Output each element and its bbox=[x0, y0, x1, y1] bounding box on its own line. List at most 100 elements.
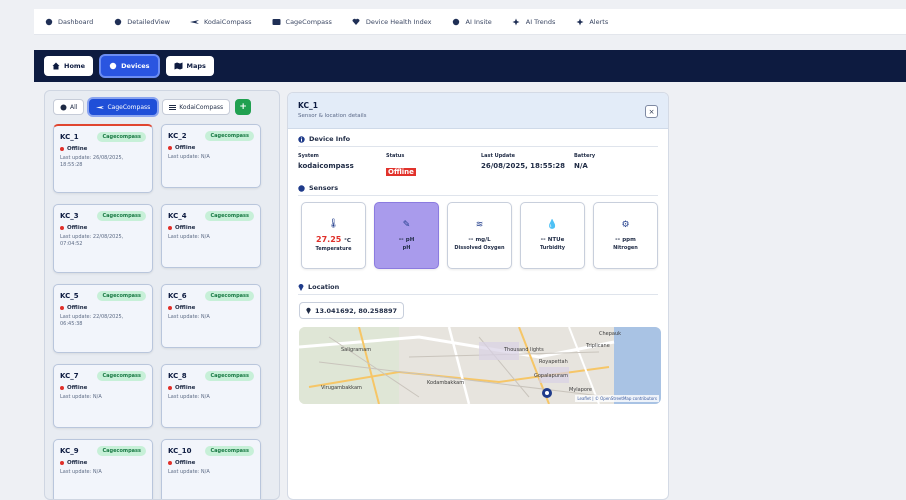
map-attribution[interactable]: Leaflet | © OpenStreetMap contributors bbox=[575, 395, 659, 402]
section-title: Location bbox=[308, 283, 340, 291]
battery-value: N/A bbox=[574, 162, 588, 170]
sensor-turbidity[interactable]: 💧 -- NTUe Turbidity bbox=[520, 202, 585, 269]
header-bar: Home Devices Maps bbox=[34, 50, 906, 82]
card-header: KC_7 Cagecompass bbox=[60, 371, 146, 381]
device-cards: KC_1 Cagecompass Offline Last update: 26/08… bbox=[45, 122, 279, 499]
sensor-ph[interactable]: ✎ -- pH pH bbox=[374, 202, 439, 269]
last-update-text: Last update: 26/08/2025, 18:55:28 bbox=[60, 155, 124, 169]
device-status: Offline bbox=[60, 385, 146, 391]
device-detail-panel: KC_1 Sensor & location details × Device … bbox=[287, 92, 669, 500]
filter-kodaicompass-button[interactable]: KodaiCompass bbox=[162, 99, 231, 115]
map-label: Thousand lights bbox=[503, 347, 544, 353]
kodaicompass-icon bbox=[189, 17, 199, 26]
detail-subtitle: Sensor & location details bbox=[298, 113, 367, 119]
map-label: Gopalapuram bbox=[534, 373, 568, 379]
device-card[interactable]: KC_2 Cagecompass Offline Last update: N/A bbox=[161, 124, 261, 188]
sensor-dissolved-oxygen[interactable]: ≋ -- mg/L Dissolved Oxygen bbox=[447, 202, 512, 269]
last-update-text: Last update: 22/08/2025, 06:45:38 bbox=[60, 314, 124, 328]
status-text: Offline bbox=[175, 305, 196, 311]
filter-all-button[interactable]: All bbox=[53, 99, 85, 115]
nav-alerts[interactable]: Alerts bbox=[575, 17, 608, 26]
card-header: KC_4 Cagecompass bbox=[168, 211, 254, 221]
sensor-cards: 🌡 27.25 °C Temperature ✎ -- pH pH ≋ -- m… bbox=[298, 196, 658, 269]
status-text: Offline bbox=[175, 145, 196, 151]
nav-label: CageCompass bbox=[285, 17, 332, 26]
last-update-text: Last update: N/A bbox=[60, 394, 102, 400]
nav-ai-insite[interactable]: AI Insite bbox=[452, 17, 492, 26]
device-status: Offline bbox=[168, 225, 254, 231]
card-header: KC_8 Cagecompass bbox=[168, 371, 254, 381]
battery-label: Battery bbox=[574, 153, 596, 159]
device-card[interactable]: KC_8 Cagecompass Offline Last update: N/A bbox=[161, 364, 261, 428]
filter-label: All bbox=[70, 103, 78, 111]
filter-cagecompass-button[interactable]: CageCompass bbox=[89, 99, 158, 115]
device-card[interactable]: KC_5 Cagecompass Offline Last update: 22/08… bbox=[53, 284, 153, 353]
coordinates-chip[interactable]: 13.041692, 80.258897 bbox=[299, 302, 405, 319]
close-button[interactable]: × bbox=[645, 105, 658, 118]
nav-device-health-index[interactable]: Device Health Index bbox=[352, 17, 432, 26]
sensor-value: -- ppm bbox=[615, 235, 636, 243]
device-card[interactable]: KC_1 Cagecompass Offline Last update: 26/08… bbox=[53, 124, 153, 193]
nav-label: Alerts bbox=[589, 17, 609, 26]
sensor-nitrogen[interactable]: ⚙ -- ppm Nitrogen bbox=[593, 202, 658, 269]
alerts-icon bbox=[575, 17, 584, 26]
coordinates-value: 13.041692, 80.258897 bbox=[315, 306, 398, 315]
health-icon bbox=[352, 17, 361, 26]
device-name: KC_9 bbox=[60, 447, 79, 455]
map-label: Triplicane bbox=[585, 343, 610, 349]
status-dot-icon bbox=[60, 386, 64, 390]
sensor-temperature[interactable]: 🌡 27.25 °C Temperature bbox=[301, 202, 366, 269]
maps-button[interactable]: Maps bbox=[165, 56, 214, 76]
list-icon bbox=[169, 104, 177, 110]
nav-kodaicompass[interactable]: KodaiCompass bbox=[189, 17, 252, 26]
map-tiles: Saligramam Kodambakkam Thousand lights R… bbox=[299, 327, 661, 404]
top-nav: Dashboard DetailedView KodaiCompass Cage… bbox=[34, 9, 906, 35]
device-type-badge: Cagecompass bbox=[205, 131, 254, 141]
device-status: Offline bbox=[168, 460, 254, 466]
nav-label: KodaiCompass bbox=[203, 17, 252, 26]
device-status: Offline bbox=[60, 146, 146, 152]
device-card[interactable]: KC_10 Cagecompass Offline Last update: N/A bbox=[161, 439, 261, 499]
device-status: Offline bbox=[168, 385, 254, 391]
detail-title: KC_1 bbox=[298, 101, 318, 110]
device-status: Offline bbox=[60, 305, 146, 311]
device-card[interactable]: KC_9 Cagecompass Offline Last update: N/A bbox=[53, 439, 153, 499]
info-icon bbox=[298, 135, 305, 143]
location-map[interactable]: Saligramam Kodambakkam Thousand lights R… bbox=[299, 327, 661, 404]
status-text: Offline bbox=[67, 460, 88, 466]
device-card[interactable]: KC_7 Cagecompass Offline Last update: N/A bbox=[53, 364, 153, 428]
status-text: Offline bbox=[175, 460, 196, 466]
device-type-badge: Cagecompass bbox=[205, 291, 254, 301]
devices-button[interactable]: Devices bbox=[101, 56, 158, 76]
map-label: Chepauk bbox=[599, 331, 621, 337]
nav-label: Dashboard bbox=[58, 17, 94, 26]
device-card[interactable]: KC_4 Cagecompass Offline Last update: N/A bbox=[161, 204, 261, 268]
card-header: KC_3 Cagecompass bbox=[60, 211, 146, 221]
status-dot-icon bbox=[168, 461, 172, 465]
section-title: Sensors bbox=[309, 184, 339, 192]
device-name: KC_4 bbox=[168, 212, 187, 220]
system-value: kodaicompass bbox=[298, 162, 354, 170]
status-dot-icon bbox=[60, 226, 64, 230]
card-header: KC_2 Cagecompass bbox=[168, 131, 254, 141]
system-label: System bbox=[298, 153, 319, 159]
device-name: KC_5 bbox=[60, 292, 79, 300]
add-device-button[interactable]: + bbox=[235, 99, 252, 115]
nav-cagecompass[interactable]: CageCompass bbox=[272, 17, 332, 26]
status-dot-icon bbox=[60, 461, 64, 465]
status-text: Offline bbox=[67, 385, 88, 391]
status-dot-icon bbox=[60, 306, 64, 310]
dashboard-icon bbox=[44, 17, 53, 26]
device-card[interactable]: KC_3 Cagecompass Offline Last update: 22/08… bbox=[53, 204, 153, 273]
device-card[interactable]: KC_6 Cagecompass Offline Last update: N/A bbox=[161, 284, 261, 348]
ai-insite-icon bbox=[452, 17, 461, 26]
status-dot-icon bbox=[168, 146, 172, 150]
nav-label: AI Insite bbox=[465, 17, 492, 26]
compass-icon bbox=[96, 105, 105, 109]
nav-ai-trends[interactable]: AI Trends bbox=[512, 17, 556, 26]
nav-detailedview[interactable]: DetailedView bbox=[113, 17, 170, 26]
nav-dashboard[interactable]: Dashboard bbox=[44, 17, 93, 26]
nav-label: AI Trends bbox=[525, 17, 556, 26]
device-info-section: Device Info System kodaicompass Status O… bbox=[288, 129, 668, 178]
home-button[interactable]: Home bbox=[44, 56, 94, 76]
